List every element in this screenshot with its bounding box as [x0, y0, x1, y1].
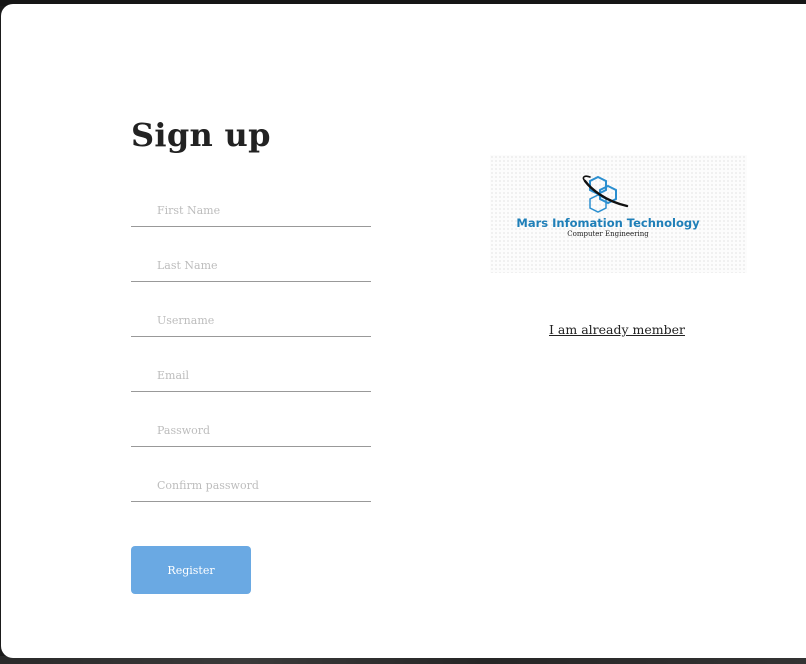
- last-name-input[interactable]: [157, 255, 362, 275]
- company-logo: Mars Infomation Technology Computer Engi…: [490, 155, 747, 273]
- person-icon: [135, 314, 147, 326]
- email-icon: [135, 369, 147, 381]
- confirm-password-field: [131, 467, 371, 502]
- register-button[interactable]: Register: [131, 546, 251, 594]
- lock-icon: [135, 479, 147, 491]
- confirm-password-input[interactable]: [157, 475, 362, 495]
- lock-icon: [135, 424, 147, 436]
- person-icon: [135, 259, 147, 271]
- company-name: Mars Infomation Technology: [516, 216, 700, 230]
- password-field: [131, 412, 371, 447]
- already-member-link[interactable]: I am already member: [549, 322, 685, 337]
- username-field: [131, 302, 371, 337]
- first-name-input[interactable]: [157, 200, 362, 220]
- hexagon-logo-icon: [582, 175, 629, 213]
- last-name-field: [131, 247, 371, 282]
- person-icon: [135, 204, 147, 216]
- email-input[interactable]: [157, 365, 362, 385]
- password-input[interactable]: [157, 420, 362, 440]
- email-field: [131, 357, 371, 392]
- first-name-field: [131, 192, 371, 227]
- page-title: Sign up: [131, 116, 271, 154]
- company-tagline: Computer Engineering: [567, 230, 649, 238]
- signup-card: Sign up Register Mars Infomation Technol…: [1, 4, 806, 658]
- username-input[interactable]: [157, 310, 362, 330]
